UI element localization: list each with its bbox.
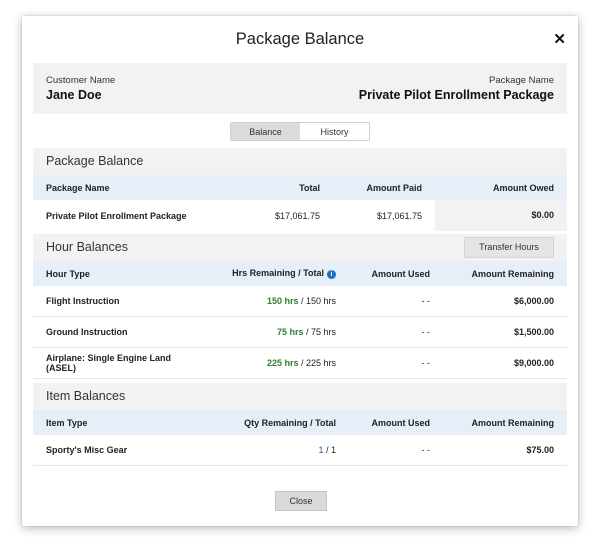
col-amount-used: Amount Used <box>371 417 431 428</box>
hrs-cell: 225 hrs / 225 hrs <box>203 358 349 368</box>
qty-cell: 1 / 1 <box>203 445 349 455</box>
customer-summary: Customer Name Jane Doe Package Name Priv… <box>33 63 567 114</box>
amount-used-cell: - - <box>421 296 431 306</box>
package-name-value: Private Pilot Enrollment Package <box>358 88 554 102</box>
transfer-hours-button[interactable]: Transfer Hours <box>464 237 554 258</box>
customer-name-value: Jane Doe <box>46 88 102 102</box>
amount-used-cell: - - <box>421 445 431 455</box>
hour-type-cell: Ground Instruction <box>46 327 128 337</box>
hrs-cell: 75 hrs / 75 hrs <box>203 327 349 337</box>
col-amount-remaining: Amount Remaining <box>471 417 555 428</box>
table-row: Private Pilot Enrollment Package $17,061… <box>33 200 567 231</box>
customer-name-label: Customer Name <box>46 75 116 86</box>
hour-type-cell: Flight Instruction <box>46 296 120 306</box>
item-type-cell: Sporty's Misc Gear <box>46 445 128 455</box>
amount-remaining-cell: $1,500.00 <box>513 327 554 337</box>
customer-info: Customer Name Jane Doe <box>46 75 115 103</box>
package-name-label: Package Name <box>489 75 554 86</box>
modal-title: Package Balance <box>235 30 365 48</box>
package-balance-section: Package Balance Package Name Total Amoun… <box>33 148 567 231</box>
col-package-name: Package Name <box>46 182 110 193</box>
amount-remaining-cell: $9,000.00 <box>513 358 554 368</box>
paid-cell: $17,061.75 <box>376 210 422 221</box>
hrs-total-value: / 75 hrs <box>303 327 336 337</box>
col-hrs-remaining-label: Hrs Remaining / Total <box>232 268 324 279</box>
hrs-total-value: / 150 hrs <box>298 296 336 306</box>
table-row: Ground Instruction 75 hrs / 75 hrs - - $… <box>33 317 567 348</box>
item-balances-section: Item Balances Item Type Qty Remaining / … <box>33 383 567 466</box>
item-balances-heading: Item Balances <box>33 383 567 410</box>
table-row: Flight Instruction 150 hrs / 150 hrs - -… <box>33 286 567 317</box>
hrs-total-value: / 225 hrs <box>298 358 336 368</box>
hour-type-cell: Airplane: Single Engine Land (ASEL) <box>46 353 172 373</box>
hrs-remaining-value: 75 hrs <box>276 327 304 337</box>
package-name-cell: Private Pilot Enrollment Package <box>46 210 187 221</box>
hour-balances-heading: Hour Balances Transfer Hours <box>33 234 567 261</box>
amount-used-cell: - - <box>421 327 431 337</box>
view-toggle: Balance History <box>230 122 370 141</box>
item-table-header: Item Type Qty Remaining / Total Amount U… <box>33 410 567 435</box>
amount-remaining-cell: $75.00 <box>526 445 554 455</box>
col-amount-owed: Amount Owed <box>493 182 554 193</box>
info-icon[interactable]: i <box>327 269 336 279</box>
col-amount-paid: Amount Paid <box>366 182 423 193</box>
qty-total-value: / 1 <box>323 445 336 455</box>
hrs-cell: 150 hrs / 150 hrs <box>203 296 349 306</box>
amount-used-cell: - - <box>421 358 431 368</box>
col-amount-used: Amount Used <box>371 268 431 279</box>
package-info: Package Name Private Pilot Enrollment Pa… <box>359 75 554 103</box>
col-hrs-remaining: Hrs Remaining / Total i <box>203 268 349 279</box>
hour-balances-title: Hour Balances <box>46 240 128 254</box>
package-balance-heading: Package Balance <box>33 148 567 175</box>
col-total: Total <box>299 182 320 193</box>
col-qty-remaining: Qty Remaining / Total <box>244 417 336 428</box>
tab-balance[interactable]: Balance <box>231 123 300 140</box>
amount-remaining-cell: $6,000.00 <box>513 296 554 306</box>
hrs-remaining-value: 150 hrs <box>266 296 299 306</box>
tab-history[interactable]: History <box>300 123 369 140</box>
hour-table-header: Hour Type Hrs Remaining / Total i Amount … <box>33 261 567 286</box>
table-row: Sporty's Misc Gear 1 / 1 - - $75.00 <box>33 435 567 466</box>
col-amount-remaining: Amount Remaining <box>471 268 555 279</box>
hour-balances-section: Hour Balances Transfer Hours Hour Type H… <box>33 234 567 379</box>
package-table-header: Package Name Total Amount Paid Amount Ow… <box>33 175 567 200</box>
table-row: Airplane: Single Engine Land (ASEL) 225 … <box>33 348 567 379</box>
close-icon[interactable]: ✕ <box>553 30 566 48</box>
total-cell: $17,061.75 <box>274 210 320 221</box>
col-hour-type: Hour Type <box>46 268 90 279</box>
package-balance-modal: Package Balance ✕ Customer Name Jane Doe… <box>22 16 578 526</box>
owed-cell: $0.00 <box>435 200 567 231</box>
col-item-type: Item Type <box>46 417 88 428</box>
close-button[interactable]: Close <box>275 491 327 511</box>
hrs-remaining-value: 225 hrs <box>266 358 299 368</box>
